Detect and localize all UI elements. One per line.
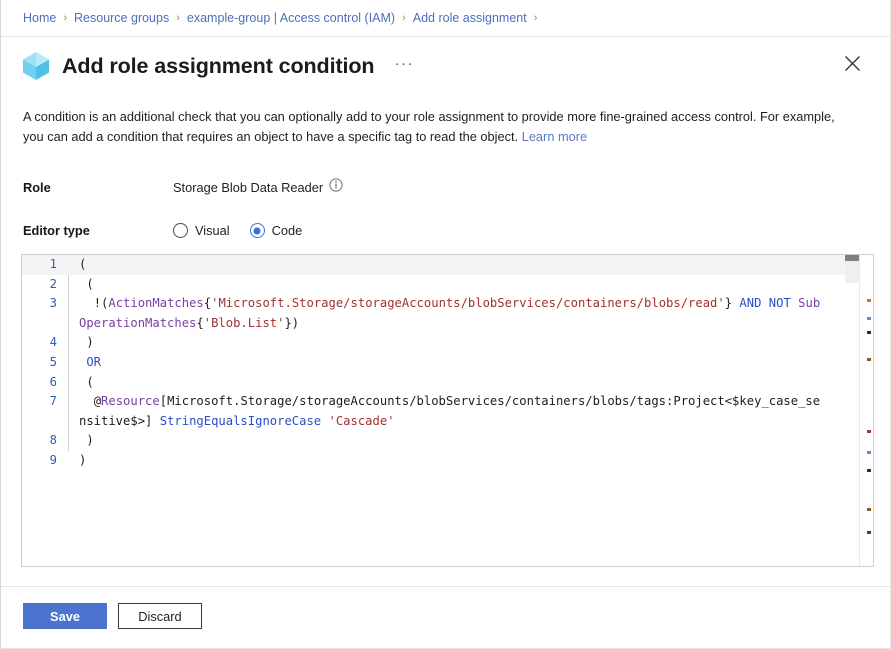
line-number: 8 bbox=[22, 431, 67, 451]
breadcrumb-separator: › bbox=[402, 12, 406, 24]
radio-label-visual: Visual bbox=[195, 223, 230, 238]
code-line[interactable]: 9) bbox=[22, 451, 873, 471]
add-role-assignment-condition-blade: Home › Resource groups › example-group |… bbox=[0, 0, 891, 649]
overview-ruler-mark bbox=[867, 451, 871, 454]
code-line-text[interactable]: OR bbox=[67, 353, 873, 373]
overview-ruler-mark bbox=[867, 317, 871, 320]
line-number: 9 bbox=[22, 451, 67, 471]
editor-vertical-scrollbar[interactable] bbox=[845, 255, 859, 566]
condition-code-editor[interactable]: 1(2 (3 !(ActionMatches{'Microsoft.Storag… bbox=[21, 254, 874, 567]
blade-description: A condition is an additional check that … bbox=[23, 107, 858, 147]
more-options-icon[interactable]: ··· bbox=[390, 53, 418, 80]
code-line-text[interactable]: ( bbox=[67, 373, 873, 393]
save-button[interactable]: Save bbox=[23, 603, 107, 629]
code-line-text[interactable]: ( bbox=[67, 275, 873, 295]
line-number: 4 bbox=[22, 333, 67, 353]
overview-ruler-mark bbox=[867, 331, 871, 334]
code-token: Resource bbox=[101, 394, 160, 408]
breadcrumb-item-resource-groups[interactable]: Resource groups bbox=[74, 11, 169, 25]
code-token: } bbox=[725, 296, 740, 310]
code-line-text[interactable]: ) bbox=[67, 431, 873, 451]
radio-label-code: Code bbox=[272, 223, 303, 238]
page-title: Add role assignment condition bbox=[62, 54, 374, 79]
editor-overview-ruler bbox=[859, 255, 873, 566]
code-token: ) bbox=[79, 433, 94, 447]
code-line[interactable]: 5 OR bbox=[22, 353, 873, 373]
code-line[interactable]: 4 ) bbox=[22, 333, 873, 353]
footer-divider bbox=[1, 586, 890, 587]
radio-editor-type-code[interactable]: Code bbox=[250, 223, 303, 238]
close-icon[interactable] bbox=[840, 51, 864, 75]
editor-scrollbar-thumb[interactable] bbox=[845, 255, 859, 261]
editor-type-label: Editor type bbox=[23, 223, 173, 238]
code-token: ( bbox=[79, 375, 94, 389]
line-number: 7 bbox=[22, 392, 67, 431]
code-token: 'Microsoft.Storage/storageAccounts/blobS… bbox=[211, 296, 725, 310]
line-number: 1 bbox=[22, 255, 67, 275]
breadcrumb-separator: › bbox=[63, 12, 67, 24]
line-number: 3 bbox=[22, 294, 67, 333]
overview-ruler-mark bbox=[867, 508, 871, 511]
code-token: { bbox=[196, 316, 203, 330]
code-line[interactable]: 7 @Resource[Microsoft.Storage/storageAcc… bbox=[22, 392, 873, 431]
code-line-text[interactable]: @Resource[Microsoft.Storage/storageAccou… bbox=[67, 392, 873, 431]
overview-ruler-mark bbox=[867, 430, 871, 433]
code-token: ActionMatches bbox=[108, 296, 203, 310]
overview-ruler-mark bbox=[867, 469, 871, 472]
code-line[interactable]: 3 !(ActionMatches{'Microsoft.Storage/sto… bbox=[22, 294, 873, 333]
code-token bbox=[321, 414, 328, 428]
footer-actions: Save Discard bbox=[23, 603, 202, 629]
blue-cube-icon bbox=[21, 50, 51, 82]
code-line-text[interactable]: ) bbox=[67, 333, 873, 353]
code-token: @ bbox=[79, 394, 101, 408]
discard-button[interactable]: Discard bbox=[118, 603, 202, 629]
line-number: 5 bbox=[22, 353, 67, 373]
breadcrumb-separator: › bbox=[176, 12, 180, 24]
blade-title-row: Add role assignment condition ··· bbox=[1, 37, 890, 93]
code-token: !( bbox=[79, 296, 108, 310]
breadcrumb: Home › Resource groups › example-group |… bbox=[1, 0, 890, 37]
line-number: 2 bbox=[22, 275, 67, 295]
breadcrumb-separator: › bbox=[534, 12, 538, 24]
breadcrumb-item-add-role-assignment[interactable]: Add role assignment bbox=[413, 11, 527, 25]
code-token: 'Blob.List' bbox=[204, 316, 285, 330]
radio-mark-code bbox=[250, 223, 265, 238]
radio-editor-type-visual[interactable]: Visual bbox=[173, 223, 230, 238]
code-line-text[interactable]: !(ActionMatches{'Microsoft.Storage/stora… bbox=[67, 294, 873, 333]
overview-ruler-mark bbox=[867, 358, 871, 361]
description-text: A condition is an additional check that … bbox=[23, 109, 835, 144]
code-line-text[interactable]: ) bbox=[67, 451, 873, 471]
code-token: OR bbox=[86, 355, 101, 369]
editor-type-row: Editor type Visual Code bbox=[23, 223, 890, 238]
code-token: 'Cascade' bbox=[329, 414, 395, 428]
breadcrumb-item-home[interactable]: Home bbox=[23, 11, 56, 25]
code-token: StringEqualsIgnoreCase bbox=[160, 414, 321, 428]
role-row: Role Storage Blob Data Reader bbox=[23, 178, 890, 197]
editor-content-area[interactable]: 1(2 (3 !(ActionMatches{'Microsoft.Storag… bbox=[22, 255, 873, 566]
code-line[interactable]: 6 ( bbox=[22, 373, 873, 393]
role-label: Role bbox=[23, 180, 173, 195]
code-line[interactable]: 8 ) bbox=[22, 431, 873, 451]
code-token: ( bbox=[79, 257, 86, 271]
line-number: 6 bbox=[22, 373, 67, 393]
overview-ruler-mark bbox=[867, 299, 871, 302]
code-token: ) bbox=[79, 335, 94, 349]
breadcrumb-item-example-group-access-control[interactable]: example-group | Access control (IAM) bbox=[187, 11, 395, 25]
code-line-text[interactable]: ( bbox=[67, 255, 873, 275]
overview-ruler-mark bbox=[867, 531, 871, 534]
code-line[interactable]: 1( bbox=[22, 255, 873, 275]
info-circle-icon[interactable] bbox=[329, 178, 343, 197]
code-token: { bbox=[204, 296, 211, 310]
radio-mark-visual bbox=[173, 223, 188, 238]
code-token: AND NOT bbox=[739, 296, 790, 310]
learn-more-link[interactable]: Learn more bbox=[522, 129, 587, 144]
code-token: ) bbox=[79, 453, 86, 467]
code-line[interactable]: 2 ( bbox=[22, 275, 873, 295]
role-value: Storage Blob Data Reader bbox=[173, 180, 323, 195]
code-token: ( bbox=[79, 277, 94, 291]
code-token: }) bbox=[284, 316, 299, 330]
